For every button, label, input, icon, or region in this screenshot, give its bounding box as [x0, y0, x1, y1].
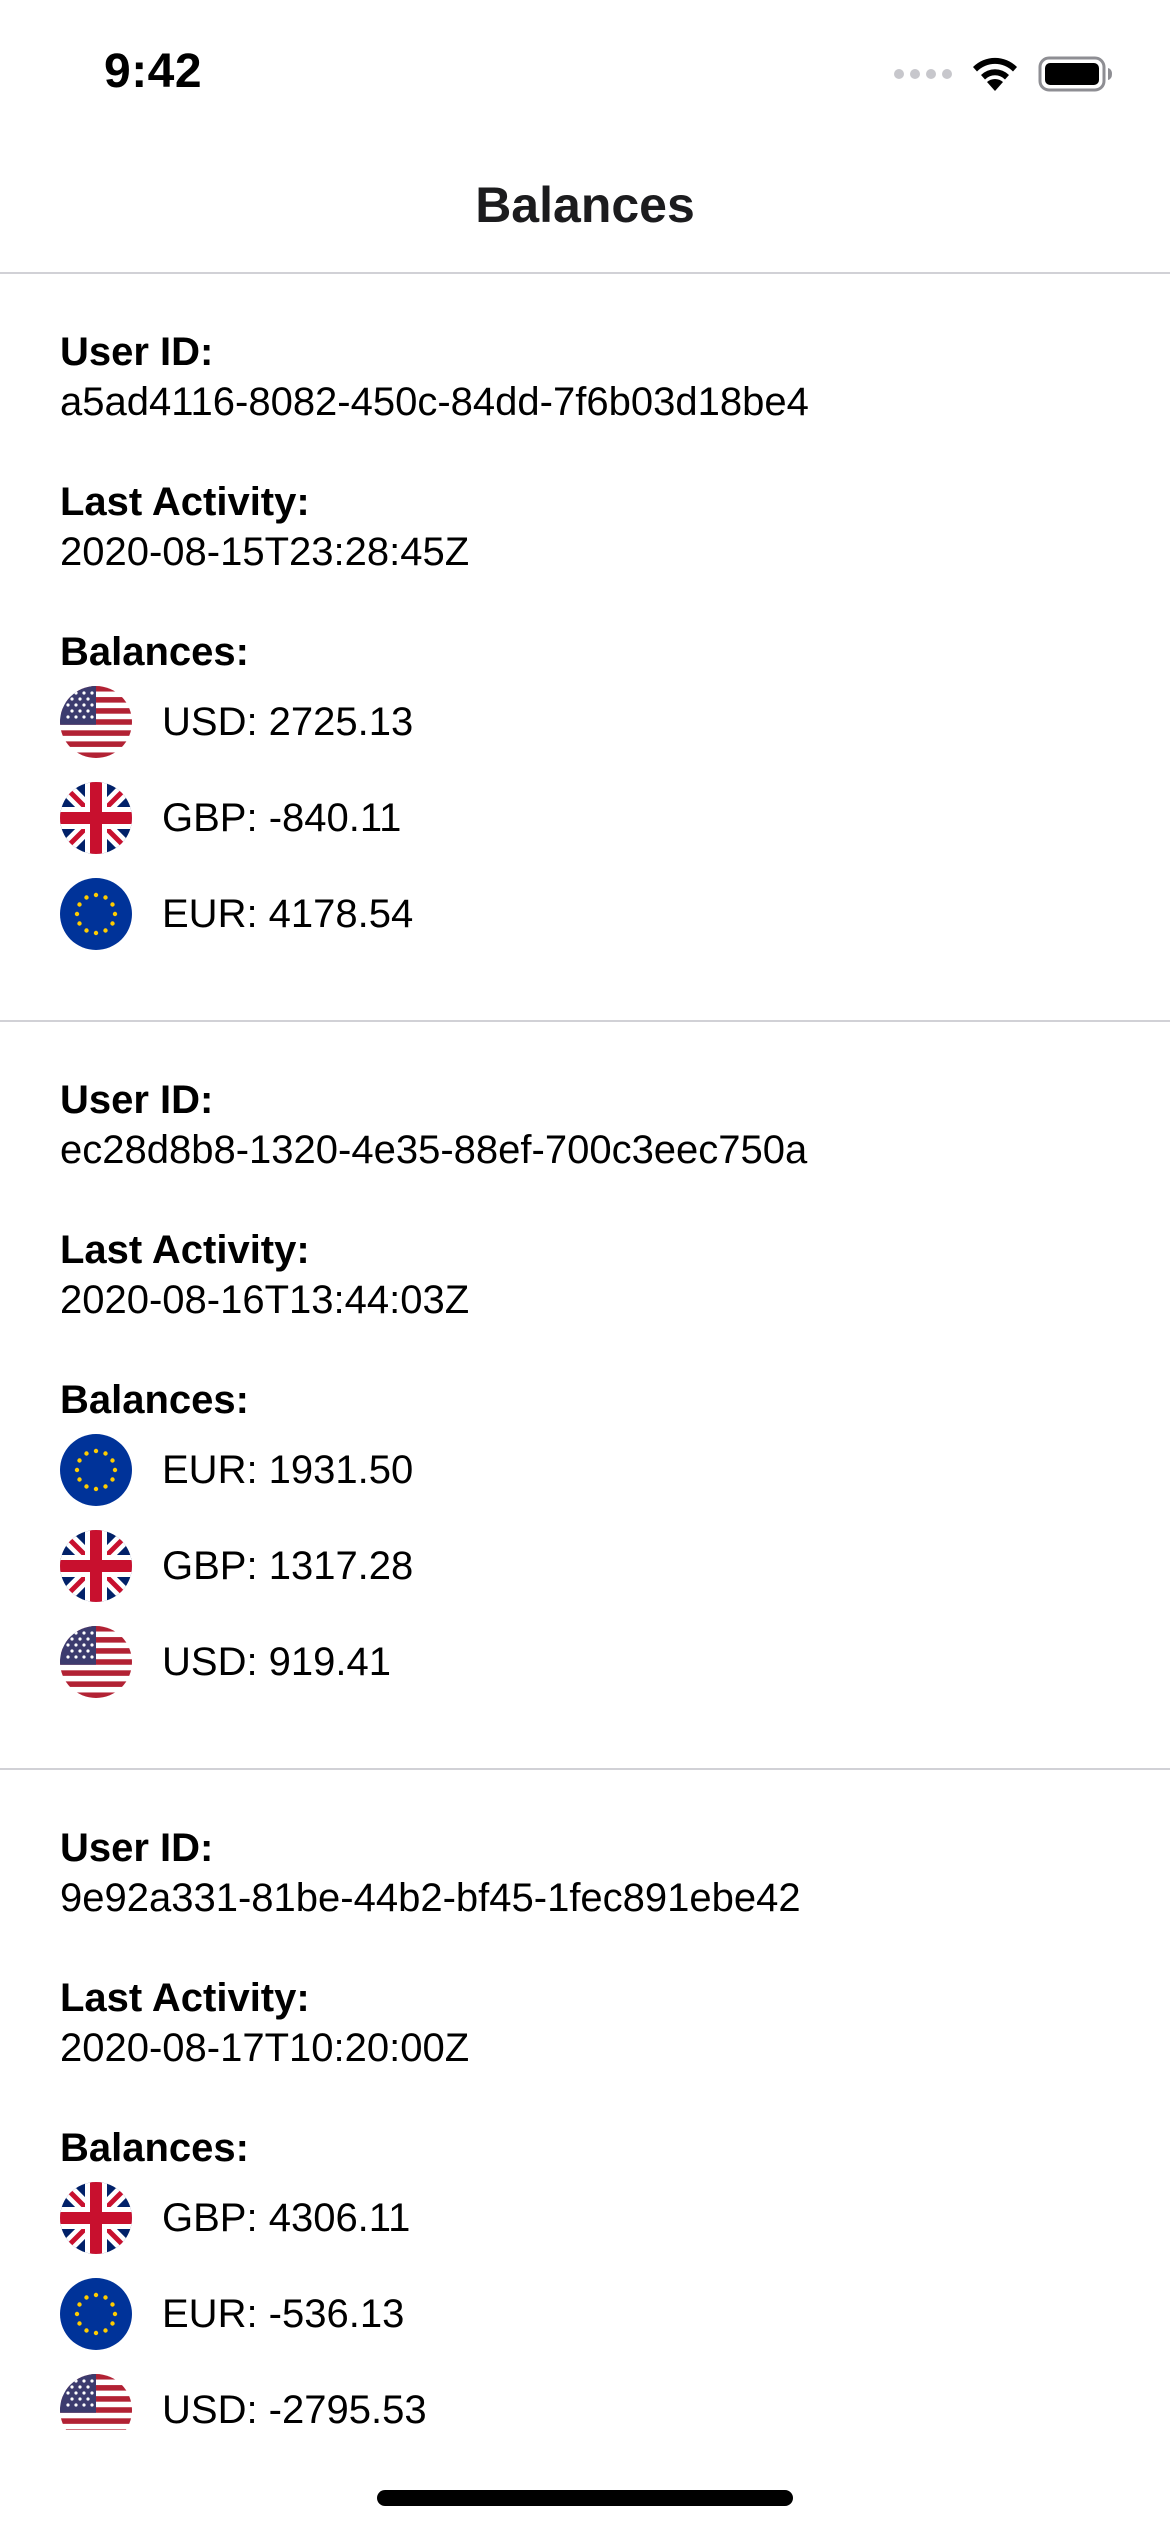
status-icons [894, 54, 1114, 94]
balance-amount: EUR: 4178.54 [162, 891, 414, 936]
balance-amount: USD: 2725.13 [162, 699, 414, 744]
balance-row-gbp: GBP: 1317.28 [60, 1530, 413, 1602]
wifi-icon [973, 57, 1017, 91]
balance-row-eur: EUR: 1931.50 [60, 1434, 413, 1506]
balance-amount: GBP: -840.11 [162, 795, 402, 840]
navigation-bar: Balances [0, 140, 1170, 274]
user-id-value: a5ad4116-8082-450c-84dd-7f6b03d18be4 [60, 380, 809, 424]
user-id-label: User ID: [60, 330, 214, 374]
page-title: Balances [475, 177, 695, 233]
user-id-value: ec28d8b8-1320-4e35-88ef-700c3eec750a [60, 1128, 808, 1172]
battery-icon [1038, 56, 1112, 92]
balance-row-gbp: GBP: 4306.11 [60, 2182, 410, 2254]
user-balance-card: User ID: ec28d8b8-1320-4e35-88ef-700c3ee… [0, 1022, 1170, 1770]
uk-flag-icon [60, 2182, 132, 2254]
balance-amount: USD: -2795.53 [162, 2387, 427, 2431]
balance-row-eur: EUR: -536.13 [60, 2278, 404, 2350]
cellular-signal-icon [894, 69, 952, 79]
balance-amount: EUR: -536.13 [162, 2291, 405, 2336]
balance-row-eur: EUR: 4178.54 [60, 878, 413, 950]
last-activity-value: 2020-08-17T10:20:00Z [60, 2026, 470, 2070]
user-id-label: User ID: [60, 1078, 214, 1122]
uk-flag-icon [60, 782, 132, 854]
user-balance-card: User ID: 9e92a331-81be-44b2-bf45-1fec891… [0, 1770, 1170, 2430]
status-bar: 9:42 [0, 0, 1170, 140]
uk-flag-icon [60, 1530, 132, 1602]
us-flag-icon [60, 686, 132, 758]
us-flag-icon [60, 1626, 132, 1698]
balances-list[interactable]: User ID: a5ad4116-8082-450c-84dd-7f6b03d… [0, 274, 1170, 2430]
balances-label: Balances: [60, 2126, 249, 2170]
balances-label: Balances: [60, 630, 249, 674]
eu-flag-icon [60, 2278, 132, 2350]
status-time: 9:42 [104, 45, 203, 98]
balance-amount: EUR: 1931.50 [162, 1447, 414, 1492]
balance-amount: USD: 919.41 [162, 1639, 392, 1684]
home-indicator[interactable] [377, 2490, 793, 2506]
balance-amount: GBP: 4306.11 [162, 2195, 411, 2240]
balance-row-usd: USD: -2795.53 [60, 2374, 427, 2430]
last-activity-label: Last Activity: [60, 480, 310, 524]
balances-label: Balances: [60, 1378, 249, 1422]
balance-amount: GBP: 1317.28 [162, 1543, 414, 1588]
balance-row-usd: USD: 2725.13 [60, 686, 413, 758]
balance-row-usd: USD: 919.41 [60, 1626, 391, 1698]
user-id-label: User ID: [60, 1826, 214, 1870]
last-activity-label: Last Activity: [60, 1976, 310, 2020]
us-flag-icon [60, 2374, 132, 2430]
last-activity-value: 2020-08-16T13:44:03Z [60, 1278, 470, 1322]
balance-row-gbp: GBP: -840.11 [60, 782, 401, 854]
user-balance-card: User ID: a5ad4116-8082-450c-84dd-7f6b03d… [0, 274, 1170, 1022]
last-activity-label: Last Activity: [60, 1228, 310, 1272]
last-activity-value: 2020-08-15T23:28:45Z [60, 530, 470, 574]
eu-flag-icon [60, 1434, 132, 1506]
eu-flag-icon [60, 878, 132, 950]
user-id-value: 9e92a331-81be-44b2-bf45-1fec891ebe42 [60, 1876, 801, 1920]
